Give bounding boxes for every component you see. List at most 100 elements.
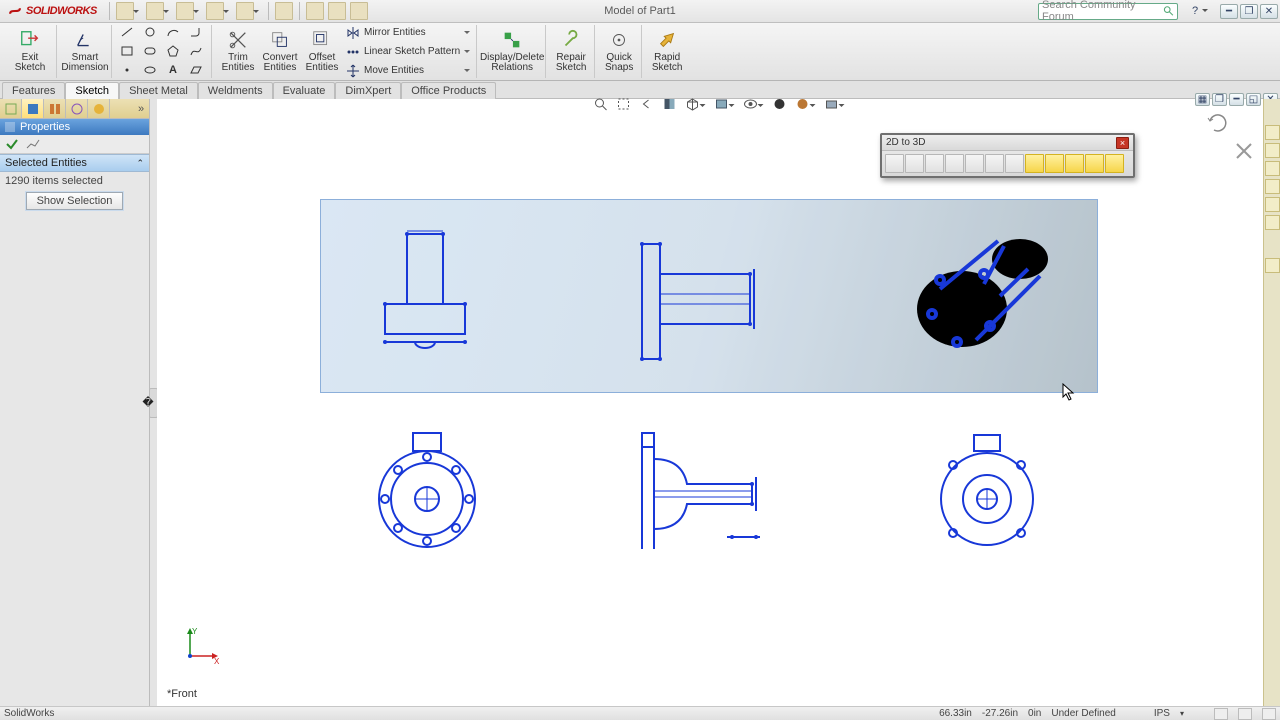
status-units[interactable]: IPS: [1154, 708, 1170, 719]
rapid-sketch-button[interactable]: Rapid Sketch: [648, 26, 686, 78]
convert-entities-button[interactable]: Convert Entities: [258, 26, 302, 78]
circle-tool[interactable]: [141, 24, 159, 40]
point-tool[interactable]: [118, 62, 136, 78]
window-minimize-button[interactable]: ━: [1220, 4, 1238, 19]
panel-splitter[interactable]: �⋮: [150, 99, 157, 706]
2d3d-aux-button[interactable]: [1005, 154, 1024, 173]
rect-tool[interactable]: [118, 43, 136, 59]
2d3d-right-button[interactable]: [925, 154, 944, 173]
rotate-view-icon[interactable]: [1204, 109, 1232, 137]
plane-tool[interactable]: [187, 62, 205, 78]
polygon-tool[interactable]: [164, 43, 182, 59]
taskpane-resources[interactable]: [1265, 125, 1280, 140]
move-entities-button[interactable]: Move Entities: [346, 62, 472, 79]
tab-sheet-metal[interactable]: Sheet Metal: [119, 82, 198, 99]
status-btn-1[interactable]: [1214, 708, 1228, 720]
qa-select[interactable]: [275, 2, 293, 20]
taskpane-custom-props[interactable]: [1265, 215, 1280, 230]
qa-save[interactable]: [176, 2, 194, 20]
arc-tool[interactable]: [164, 24, 182, 40]
2d3d-left-button[interactable]: [945, 154, 964, 173]
text-tool[interactable]: A: [164, 62, 182, 78]
fm-tab-property[interactable]: [22, 99, 44, 118]
taskpane-appearances[interactable]: [1265, 197, 1280, 212]
cancel-sketch-icon[interactable]: [1232, 139, 1256, 163]
doc-min-button[interactable]: ━: [1229, 93, 1244, 106]
2d3d-cut-button[interactable]: [1105, 154, 1124, 173]
view-settings-button[interactable]: [822, 95, 840, 113]
toolbar-2d3d-header[interactable]: 2D to 3D ×: [882, 135, 1133, 151]
taskpane-view-palette[interactable]: [1265, 179, 1280, 194]
zoom-fit-button[interactable]: [591, 95, 609, 113]
qa-open[interactable]: [146, 2, 164, 20]
2d3d-bottom-button[interactable]: [965, 154, 984, 173]
2d3d-back-button[interactable]: [985, 154, 1004, 173]
doc-restore-button[interactable]: ◱: [1246, 93, 1261, 106]
qa-rebuild[interactable]: [306, 2, 324, 20]
ellipse-tool[interactable]: [141, 62, 159, 78]
2d3d-align-button[interactable]: [1065, 154, 1084, 173]
window-restore-button[interactable]: ❐: [1240, 4, 1258, 19]
qa-appearance[interactable]: [350, 2, 368, 20]
qa-undo[interactable]: [236, 2, 254, 20]
2d3d-extrude-button[interactable]: [1085, 154, 1104, 173]
quick-snaps-button[interactable]: Quick Snaps: [601, 26, 637, 78]
spline-tool[interactable]: [187, 43, 205, 59]
taskpane-extra[interactable]: [1265, 258, 1280, 273]
doc-cascade-button[interactable]: ❐: [1212, 93, 1227, 106]
2d3d-front-button[interactable]: [885, 154, 904, 173]
qa-new[interactable]: [116, 2, 134, 20]
2d3d-create-sketch-button[interactable]: [1025, 154, 1044, 173]
display-style-button[interactable]: [712, 95, 730, 113]
window-close-button[interactable]: ✕: [1260, 4, 1278, 19]
repair-sketch-button[interactable]: Repair Sketch: [552, 26, 590, 78]
selected-entities-header[interactable]: Selected Entities ⌃: [0, 154, 149, 172]
fillet-tool[interactable]: [187, 24, 205, 40]
qa-print[interactable]: [206, 2, 224, 20]
tab-evaluate[interactable]: Evaluate: [273, 82, 336, 99]
doc-tile-button[interactable]: ▦: [1195, 93, 1210, 106]
taskpane-file-explorer[interactable]: [1265, 161, 1280, 176]
scene-button[interactable]: [793, 95, 811, 113]
2d3d-repair-button[interactable]: [1045, 154, 1064, 173]
smart-dimension-button[interactable]: Smart Dimension: [63, 26, 107, 78]
fm-tab-tree[interactable]: [0, 99, 22, 118]
fm-tabs-overflow[interactable]: »: [133, 99, 149, 118]
line-tool[interactable]: [118, 24, 136, 40]
collapse-icon[interactable]: ⌃: [136, 158, 144, 169]
taskpane-design-library[interactable]: [1265, 143, 1280, 158]
tab-features[interactable]: Features: [2, 82, 65, 99]
tab-sketch[interactable]: Sketch: [65, 82, 119, 99]
toolbar-2d-to-3d[interactable]: 2D to 3D ×: [880, 133, 1135, 178]
tab-weldments[interactable]: Weldments: [198, 82, 273, 99]
appearance-sphere-button[interactable]: [770, 95, 788, 113]
toolbar-2d3d-close[interactable]: ×: [1116, 137, 1129, 149]
section-view-button[interactable]: [660, 95, 678, 113]
exit-sketch-button[interactable]: Exit Sketch: [8, 26, 52, 78]
fm-tab-config[interactable]: [44, 99, 66, 118]
pushpin-icon[interactable]: [25, 138, 41, 150]
status-btn-3[interactable]: [1262, 708, 1276, 720]
tab-dimxpert[interactable]: DimXpert: [335, 82, 401, 99]
search-input[interactable]: Search Community Forum: [1038, 3, 1178, 20]
fm-tab-dimx[interactable]: [66, 99, 88, 118]
display-delete-relations-button[interactable]: Display/Delete Relations: [483, 26, 541, 78]
2d3d-top-button[interactable]: [905, 154, 924, 173]
mirror-entities-button[interactable]: Mirror Entities: [346, 24, 472, 41]
zoom-area-button[interactable]: [614, 95, 632, 113]
offset-entities-button[interactable]: Offset Entities: [302, 26, 342, 78]
status-btn-2[interactable]: [1238, 708, 1252, 720]
trim-entities-button[interactable]: Trim Entities: [218, 26, 258, 78]
fm-tab-display[interactable]: [88, 99, 110, 118]
ok-icon[interactable]: [5, 137, 19, 151]
show-selection-button[interactable]: Show Selection: [26, 192, 124, 210]
prev-view-button[interactable]: [637, 95, 655, 113]
tab-office-products[interactable]: Office Products: [401, 82, 496, 99]
slot-tool[interactable]: [141, 43, 159, 59]
qa-options[interactable]: [328, 2, 346, 20]
linear-pattern-button[interactable]: Linear Sketch Pattern: [346, 43, 472, 60]
status-units-chevron[interactable]: ▾: [1180, 709, 1184, 718]
help-menu[interactable]: ?: [1186, 3, 1204, 19]
hide-show-button[interactable]: [741, 95, 759, 113]
view-orient-button[interactable]: [683, 95, 701, 113]
